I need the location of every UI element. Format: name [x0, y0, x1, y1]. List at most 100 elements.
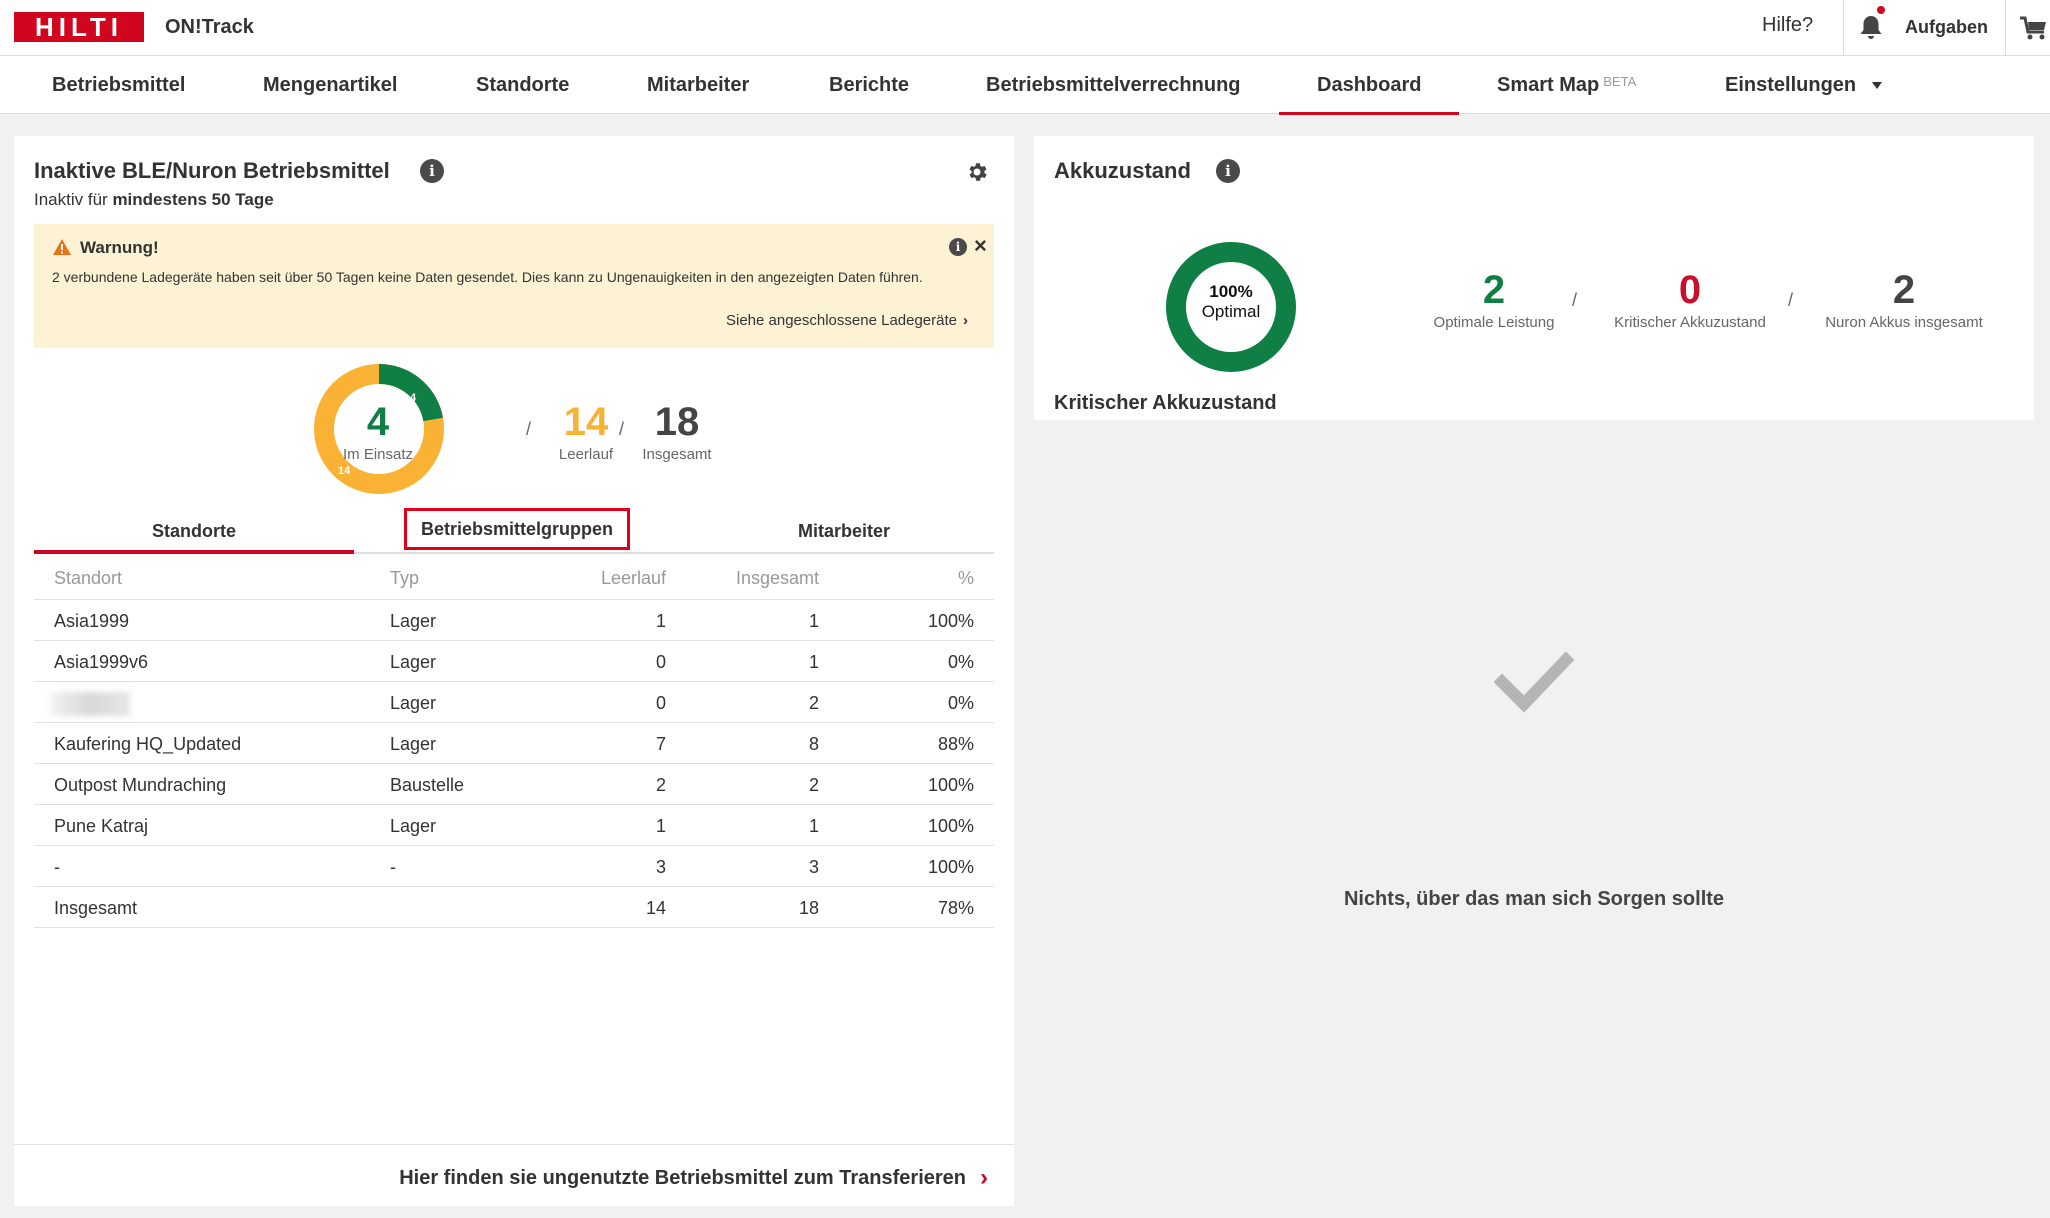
nav-berichte[interactable]: Berichte	[829, 74, 909, 97]
logo-text: HILTI	[34, 12, 124, 42]
stat-critical: 0 Kritischer Akkuzustand	[1600, 268, 1780, 331]
checkmark-icon	[1494, 651, 1574, 713]
table-row[interactable]: - - 3 3 100%	[34, 846, 994, 887]
cell-leerlauf: 7	[655, 734, 666, 754]
cell-typ: Lager	[390, 652, 437, 672]
info-icon[interactable]: i	[1216, 159, 1240, 183]
tab-betriebsmittelgruppen[interactable]: Betriebsmittelgruppen	[404, 508, 630, 550]
cell-percent: 100%	[927, 857, 974, 877]
nav-mengenartikel[interactable]: Mengenartikel	[263, 74, 397, 97]
nav-betriebsmittel[interactable]: Betriebsmittel	[52, 74, 185, 97]
separator: /	[526, 419, 532, 439]
table-row[interactable]: Asia1999 Lager 1 1 100%	[34, 600, 994, 641]
table-header-row: Standort Typ Leerlauf Insgesamt %	[34, 554, 994, 600]
top-bar: HILTI ON!Track Hilfe? Aufgaben	[0, 0, 2050, 56]
info-icon[interactable]: i	[420, 159, 444, 183]
app-title: ON!Track	[165, 16, 254, 38]
cell-total-percent: 78%	[937, 898, 974, 918]
redacted-standort	[50, 692, 130, 716]
cell-total-label: Insgesamt	[54, 898, 138, 918]
stat-idle-label: Leerlauf	[558, 446, 614, 463]
stat-critical-value: 0	[1678, 268, 1702, 312]
cell-insgesamt: 1	[808, 611, 819, 631]
gear-icon[interactable]	[965, 160, 989, 184]
chevron-right-icon: ›	[963, 312, 968, 329]
nav-betriebsmittelverrechnung[interactable]: Betriebsmittelverrechnung	[986, 74, 1241, 97]
cell-standort: Outpost Mundraching	[54, 775, 227, 795]
donut-percent: 100%	[1209, 282, 1253, 301]
card-title: Akkuzustand	[1054, 158, 1191, 183]
notification-dot	[1877, 6, 1885, 14]
subtitle-prefix: Inaktiv für	[34, 190, 108, 209]
cell-typ: Lager	[390, 693, 437, 713]
hilti-logo[interactable]: HILTI	[14, 12, 144, 42]
tab-mitarbeiter[interactable]: Mitarbeiter	[694, 506, 994, 552]
nav-einstellungen[interactable]: Einstellungen	[1725, 74, 1883, 97]
header-standort[interactable]: Standort	[54, 568, 122, 589]
table-row[interactable]: Lager 0 2 0%	[34, 682, 994, 723]
cell-insgesamt: 8	[808, 734, 819, 754]
stat-in-use-label: Im Einsatz	[342, 446, 414, 463]
inactive-tools-card: Inaktive BLE/Nuron Betriebsmittel i Inak…	[14, 136, 1014, 1206]
stat-optimal: 2 Optimale Leistung	[1414, 268, 1574, 331]
stat-total-batteries: 2 Nuron Akkus insgesamt	[1814, 268, 1994, 331]
header-typ[interactable]: Typ	[390, 568, 419, 589]
cart-icon[interactable]	[2018, 14, 2048, 42]
subtitle-threshold: mindestens 50 Tage	[112, 190, 274, 209]
cell-insgesamt: 2	[808, 693, 819, 713]
see-chargers-label: Siehe angeschlossene Ladegeräte	[725, 312, 957, 329]
nav-mitarbeiter[interactable]: Mitarbeiter	[647, 74, 749, 97]
see-chargers-link[interactable]: Siehe angeschlossene Ladegeräte ›	[726, 312, 968, 329]
cell-typ: -	[390, 857, 396, 877]
table-row[interactable]: Asia1999v6 Lager 0 1 0%	[34, 641, 994, 682]
main-nav: Betriebsmittel Mengenartikel Standorte M…	[0, 56, 2050, 115]
card-title: Inaktive BLE/Nuron Betriebsmittel	[34, 158, 390, 183]
table-row[interactable]: Outpost Mundraching Baustelle 2 2 100%	[34, 764, 994, 805]
cell-leerlauf: 2	[655, 775, 666, 795]
warning-info-icon[interactable]: i	[949, 238, 967, 256]
cell-insgesamt: 1	[808, 652, 819, 672]
cell-standort: Kaufering HQ_Updated	[54, 734, 242, 754]
beta-badge: BETA	[1603, 74, 1637, 89]
bell-icon[interactable]	[1858, 13, 1884, 41]
cell-leerlauf: 3	[655, 857, 666, 877]
cell-standort: -	[54, 857, 60, 877]
stat-total-batteries-value: 2	[1892, 268, 1916, 312]
stat-total: 18 Insgesamt	[632, 400, 722, 463]
table-row[interactable]: Pune Katraj Lager 1 1 100%	[34, 805, 994, 846]
header-leerlauf[interactable]: Leerlauf	[601, 568, 666, 589]
tasks-link[interactable]: Aufgaben	[1905, 17, 1988, 38]
cell-insgesamt: 1	[808, 816, 819, 836]
tab-standorte[interactable]: Standorte	[34, 506, 354, 554]
cell-standort: Asia1999v6	[54, 652, 149, 672]
cell-typ: Baustelle	[390, 775, 465, 795]
nav-dashboard[interactable]: Dashboard	[1278, 74, 1461, 115]
help-link[interactable]: Hilfe?	[1762, 14, 1813, 37]
cell-typ: Lager	[390, 816, 437, 836]
nav-smart-map-label: Smart Map	[1497, 74, 1600, 96]
cell-standort: Asia1999	[54, 611, 130, 631]
stat-optimal-label: Optimale Leistung	[1433, 314, 1555, 331]
transfer-unused-link[interactable]: Hier finden sie ungenutzte Betriebsmitte…	[399, 1167, 966, 1190]
cell-percent: 88%	[937, 734, 974, 754]
cell-leerlauf: 1	[655, 611, 666, 631]
header-insgesamt[interactable]: Insgesamt	[736, 568, 819, 589]
chevron-right-icon[interactable]: ›	[980, 1164, 988, 1192]
nav-einstellungen-label: Einstellungen	[1725, 74, 1857, 96]
empty-message: Nichts, über das man sich Sorgen sollte	[1343, 888, 1725, 910]
stat-total-batteries-label: Nuron Akkus insgesamt	[1825, 314, 1983, 331]
cell-percent: 100%	[927, 816, 974, 836]
cell-leerlauf: 0	[655, 652, 666, 672]
table-row[interactable]: Kaufering HQ_Updated Lager 7 8 88%	[34, 723, 994, 764]
nav-smart-map[interactable]: Smart Map BETA	[1497, 74, 1636, 97]
cell-insgesamt: 2	[808, 775, 819, 795]
stat-optimal-value: 2	[1482, 268, 1506, 312]
cell-insgesamt: 3	[808, 857, 819, 877]
cell-typ: Lager	[390, 734, 437, 754]
battery-health-card: Akkuzustand i 100% Optimal 2 Optimale Le…	[1034, 136, 2034, 1206]
header-percent[interactable]: %	[958, 568, 974, 589]
cell-percent: 0%	[947, 652, 974, 672]
warning-text: 2 verbundene Ladegeräte haben seit über …	[52, 269, 923, 285]
nav-standorte[interactable]: Standorte	[476, 74, 569, 97]
close-icon[interactable]: ×	[974, 233, 987, 259]
